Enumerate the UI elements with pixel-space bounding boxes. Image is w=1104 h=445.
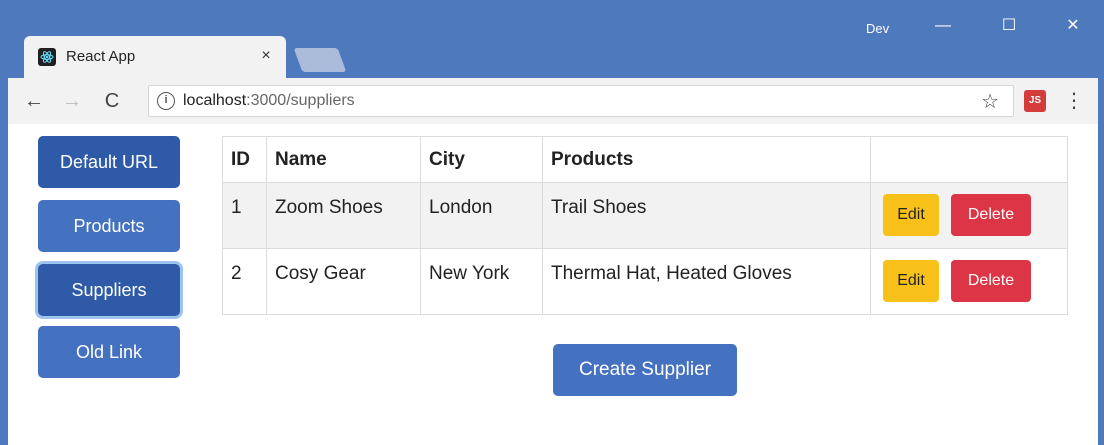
address-bar[interactable]: i localhost:3000/suppliers ☆ <box>148 85 1014 117</box>
suppliers-table: ID Name City Products 1 Zoom Shoes Londo… <box>222 136 1068 315</box>
header-name: Name <box>266 136 421 183</box>
cell-id: 1 <box>222 182 267 249</box>
browser-window: React App × Dev — ☐ ✕ ← → C i localhost:… <box>0 0 1104 445</box>
header-city: City <box>420 136 543 183</box>
tab-title: React App <box>66 48 136 65</box>
tab-close-icon[interactable]: × <box>256 46 276 66</box>
table-row: 1 Zoom Shoes London Trail Shoes Edit Dele… <box>222 182 1068 249</box>
cell-city: London <box>420 182 543 249</box>
url-host: localhost <box>183 92 247 109</box>
table-header-row: ID Name City Products <box>222 136 1068 183</box>
react-icon <box>38 48 56 66</box>
info-icon[interactable]: i <box>157 92 175 110</box>
nav-old-link-button[interactable]: Old Link <box>38 326 180 378</box>
maximize-icon[interactable]: ☐ <box>994 14 1024 38</box>
menu-icon[interactable]: ⋮ <box>1064 88 1084 113</box>
delete-button[interactable]: Delete <box>951 260 1031 302</box>
url-path: :3000/suppliers <box>246 92 355 109</box>
edit-button[interactable]: Edit <box>883 260 939 302</box>
back-icon[interactable]: ← <box>22 89 46 113</box>
url-text: localhost:3000/suppliers <box>183 92 355 110</box>
reload-icon[interactable]: C <box>100 89 124 113</box>
browser-tab[interactable]: React App × <box>24 36 286 78</box>
extension-icon[interactable]: JS <box>1024 90 1046 112</box>
cell-actions: Edit Delete <box>870 248 1068 315</box>
profile-label[interactable]: Dev <box>866 21 889 36</box>
create-supplier-button[interactable]: Create Supplier <box>553 344 737 396</box>
close-window-icon[interactable]: ✕ <box>1058 14 1088 38</box>
edit-button[interactable]: Edit <box>883 194 939 236</box>
delete-button[interactable]: Delete <box>951 194 1031 236</box>
header-id: ID <box>222 136 267 183</box>
minimize-icon[interactable]: — <box>928 14 958 38</box>
cell-products: Thermal Hat, Heated Gloves <box>542 248 871 315</box>
browser-toolbar: ← → C i localhost:3000/suppliers ☆ JS ⋮ <box>8 78 1098 124</box>
nav-default-url-button[interactable]: Default URL <box>38 136 180 188</box>
header-products: Products <box>542 136 871 183</box>
cell-name: Zoom Shoes <box>266 182 421 249</box>
forward-icon[interactable]: → <box>60 89 84 113</box>
table-row: 2 Cosy Gear New York Thermal Hat, Heated… <box>222 248 1068 315</box>
cell-name: Cosy Gear <box>266 248 421 315</box>
page-content: Default URL Products Suppliers Old Link … <box>8 124 1098 445</box>
bookmark-star-icon[interactable]: ☆ <box>981 89 999 114</box>
nav-products-button[interactable]: Products <box>38 200 180 252</box>
cell-products: Trail Shoes <box>542 182 871 249</box>
title-bar: React App × Dev — ☐ ✕ <box>0 0 1104 78</box>
new-tab-button[interactable] <box>293 48 347 72</box>
header-actions <box>870 136 1068 183</box>
cell-id: 2 <box>222 248 267 315</box>
cell-city: New York <box>420 248 543 315</box>
cell-actions: Edit Delete <box>870 182 1068 249</box>
nav-suppliers-button[interactable]: Suppliers <box>38 264 180 316</box>
